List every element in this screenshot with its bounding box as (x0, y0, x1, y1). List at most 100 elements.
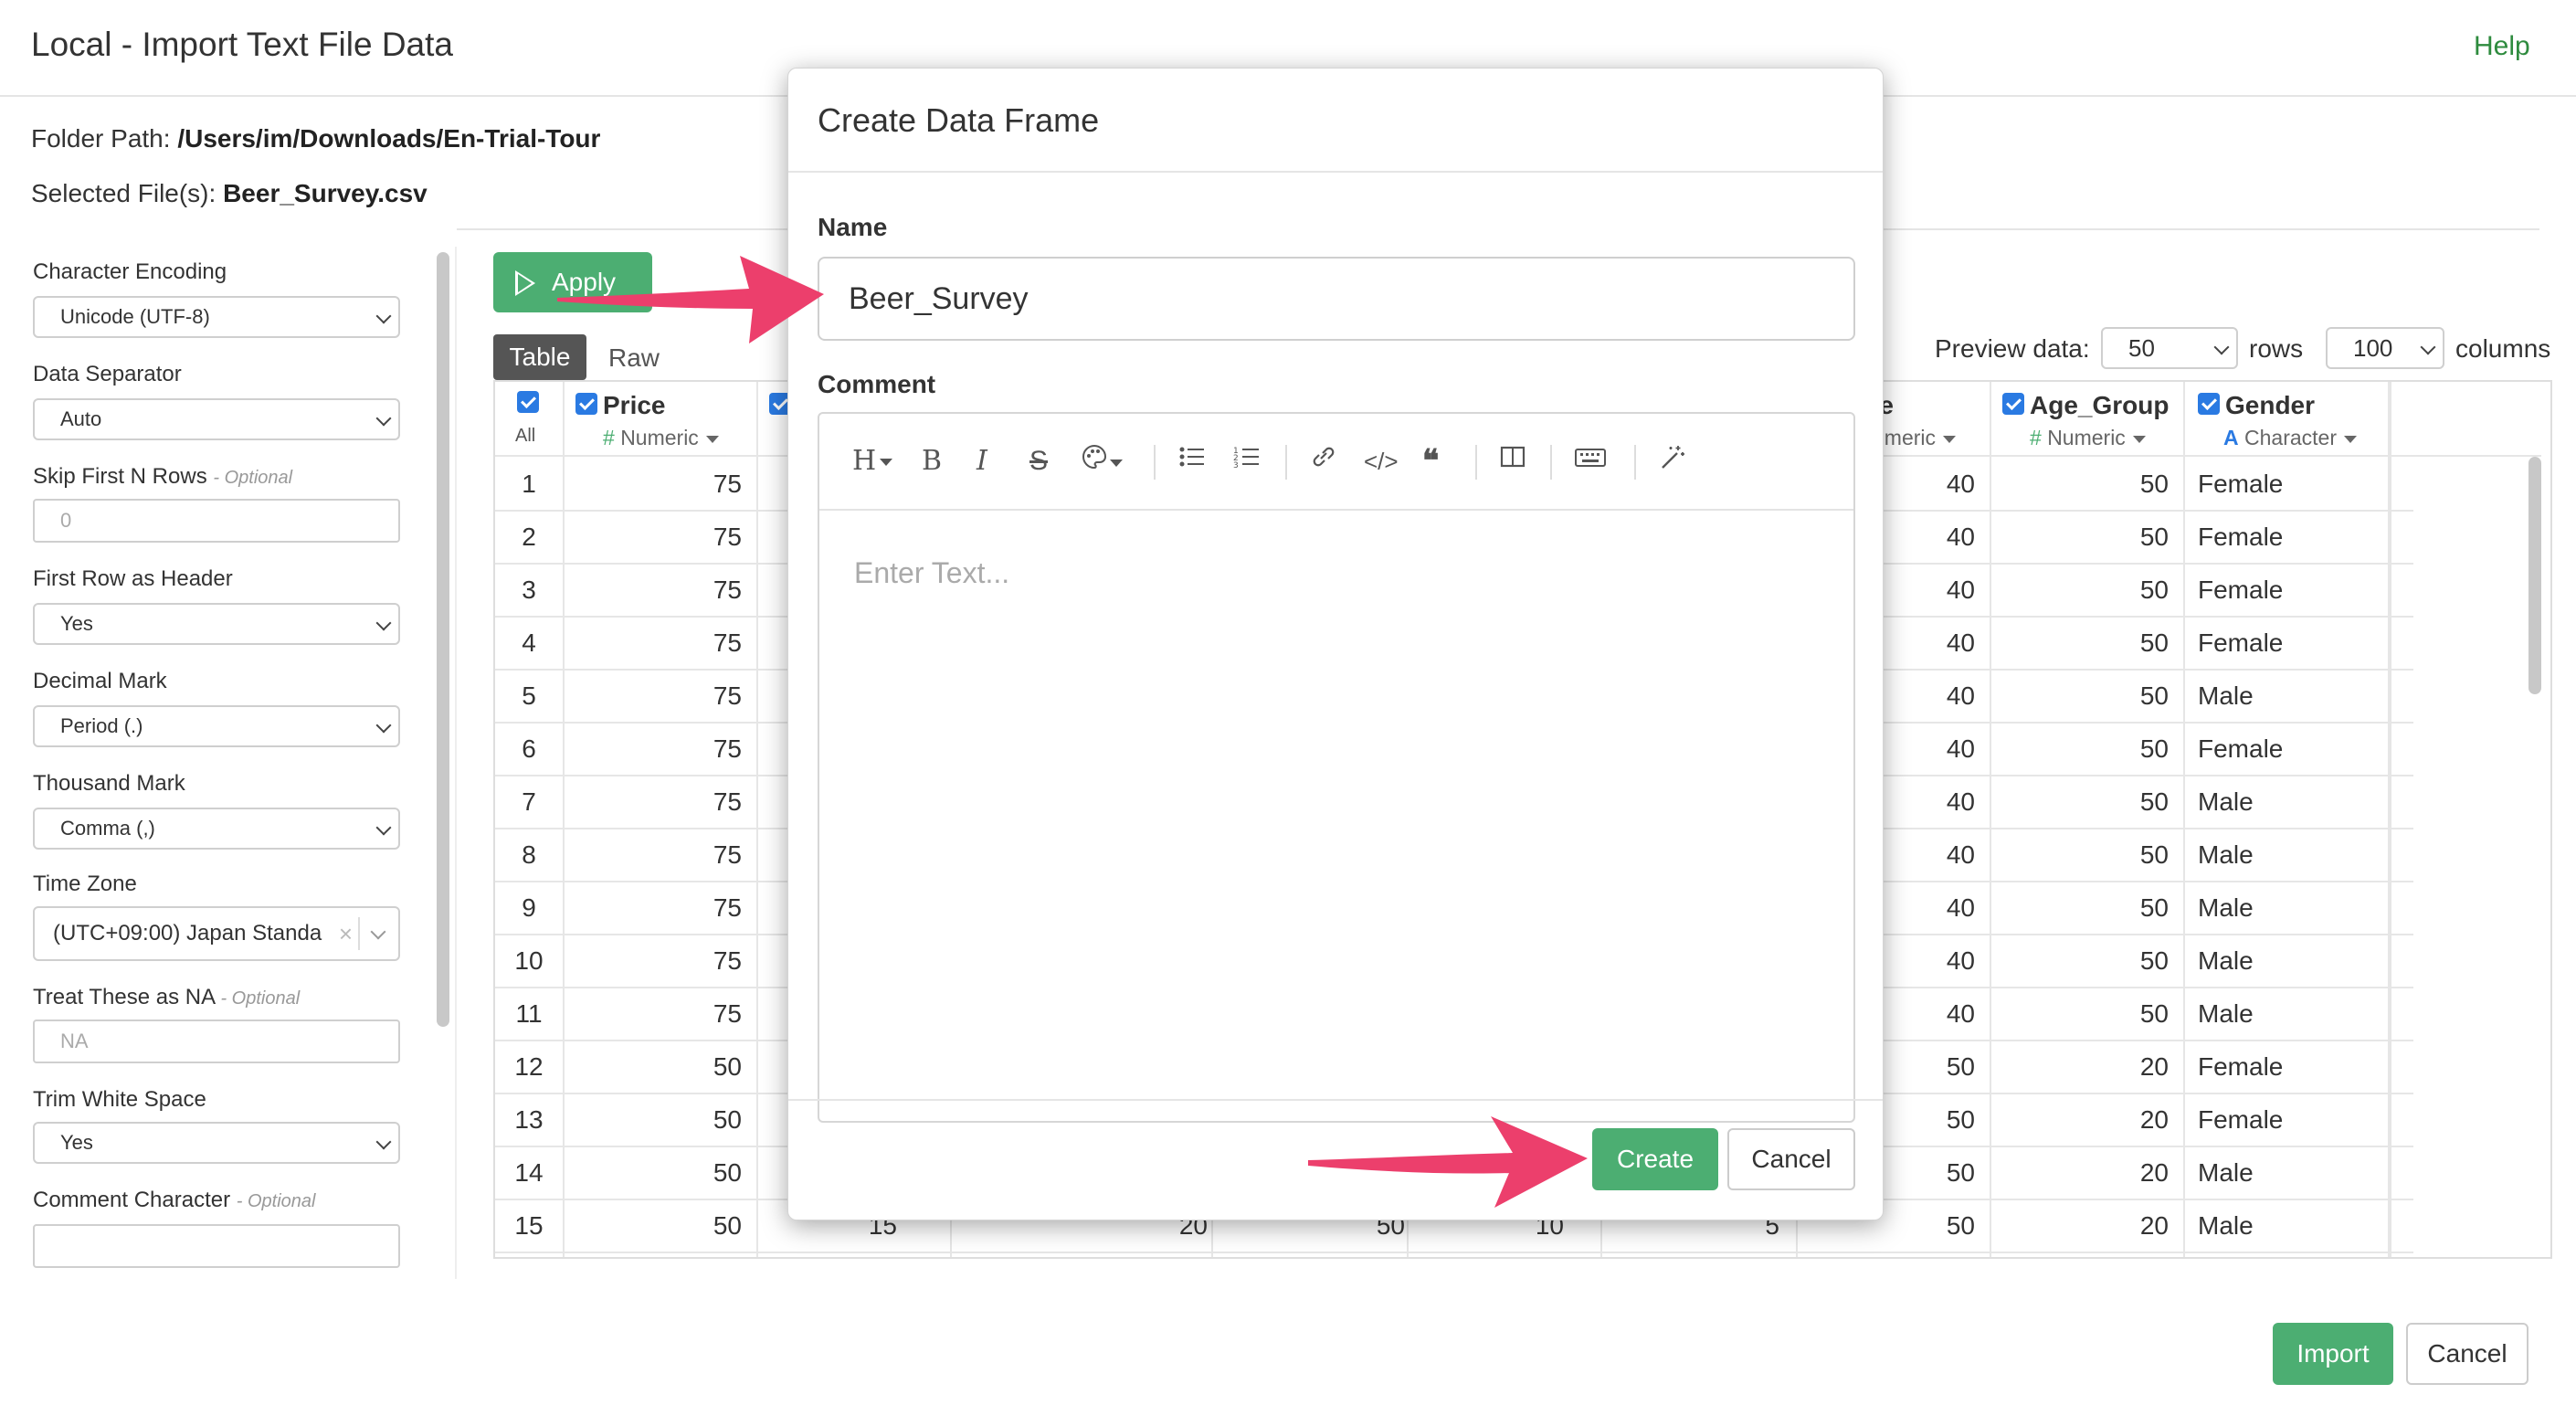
skip-rows-label: Skip First N Rows - Optional (33, 464, 292, 490)
svg-text:3: 3 (1233, 461, 1239, 470)
cell-gender: Female (2198, 1105, 2284, 1134)
strikethrough-icon[interactable]: S (1029, 443, 1048, 480)
heading-icon[interactable]: H (852, 443, 893, 480)
row-number: 4 (522, 629, 536, 657)
folder-path-row: Folder Path: /Users/im/Downloads/En-Tria… (31, 124, 600, 153)
columns-icon[interactable] (1499, 443, 1526, 480)
chevron-down-icon (2420, 339, 2436, 355)
column-type-gender[interactable]: A Character (2223, 426, 2357, 450)
cell-age-group: 20 (2139, 1105, 2169, 1134)
cell-price: 50 (713, 1052, 742, 1081)
trim-white-space-select[interactable]: Yes (33, 1122, 400, 1164)
cell-age-group: 50 (2139, 734, 2169, 763)
thousand-mark-label: Thousand Mark (33, 771, 185, 796)
column-checkbox-price[interactable] (575, 393, 597, 415)
cell-gender: Male (2198, 840, 2254, 869)
bullet-list-icon[interactable] (1177, 443, 1207, 480)
cell-price: 50 (713, 1158, 742, 1187)
column-type-partial[interactable]: umeric (1873, 426, 1957, 450)
import-button[interactable]: Import (2273, 1323, 2393, 1385)
quote-icon[interactable]: ❝ (1422, 443, 1439, 480)
clear-icon[interactable]: × (339, 908, 353, 959)
link-icon[interactable] (1309, 443, 1338, 480)
column-type-label: Numeric (2047, 426, 2126, 449)
comment-editor[interactable]: H B I S 123 </> ❝ Enter Text... (818, 412, 1855, 1123)
chevron-down-icon (375, 410, 392, 427)
chevron-down-icon (2213, 339, 2230, 355)
character-type-icon: A (2223, 426, 2239, 449)
create-data-frame-dialog: Create Data Frame Name Beer_Survey Comme… (787, 68, 1884, 1220)
first-row-header-label: First Row as Header (33, 566, 233, 591)
thousand-mark-select[interactable]: Comma (,) (33, 808, 400, 850)
treat-na-label-text: Treat These as NA (33, 985, 215, 1009)
keyboard-icon[interactable] (1574, 443, 1607, 480)
column-type-age-group[interactable]: # Numeric (2030, 426, 2146, 450)
create-button[interactable]: Create (1592, 1128, 1718, 1190)
cell-age-group: 50 (2139, 523, 2169, 551)
cell-age-group: 50 (2139, 787, 2169, 816)
folder-path-label: Folder Path: (31, 124, 171, 153)
column-name-age-group: Age_Group (2030, 391, 2170, 419)
cell-gender: Female (2198, 1052, 2284, 1081)
time-zone-select[interactable]: (UTC+09:00) Japan Standa × (33, 906, 400, 961)
column-type-price[interactable]: # Numeric (603, 426, 719, 450)
tab-raw[interactable]: Raw (608, 343, 660, 373)
data-separator-select[interactable]: Auto (33, 398, 400, 440)
palette-icon[interactable] (1081, 443, 1123, 480)
character-encoding-value: Unicode (UTF-8) (60, 305, 210, 328)
chevron-down-icon (370, 924, 386, 940)
row-number: 9 (522, 893, 536, 922)
preview-columns-value: 100 (2353, 334, 2393, 362)
preview-rows-select[interactable]: 50 (2101, 327, 2238, 369)
settings-scrollbar[interactable] (437, 252, 449, 1027)
preview-columns-select[interactable]: 100 (2326, 327, 2444, 369)
row-number: 3 (522, 576, 536, 604)
cell-price: 75 (713, 629, 742, 657)
row-number: 15 (514, 1211, 544, 1240)
column-type-label: Character (2244, 426, 2337, 449)
name-label: Name (818, 213, 888, 241)
cell-price: 75 (713, 999, 742, 1028)
select-divider (358, 917, 360, 950)
column-checkbox-age-group[interactable] (2002, 393, 2024, 415)
column-checkbox-gender[interactable] (2198, 393, 2220, 415)
help-link[interactable]: Help (2474, 31, 2530, 62)
cell-age-group: 50 (2139, 893, 2169, 922)
comment-character-label: Comment Character - Optional (33, 1188, 315, 1213)
name-input[interactable]: Beer_Survey (818, 257, 1855, 341)
cell-price: 75 (713, 734, 742, 763)
select-all-checkbox[interactable] (517, 391, 539, 413)
comment-character-input[interactable] (33, 1224, 400, 1268)
italic-icon[interactable]: I (977, 443, 987, 480)
character-encoding-select[interactable]: Unicode (UTF-8) (33, 296, 400, 338)
cell-gender: Male (2198, 946, 2254, 975)
cancel-button[interactable]: Cancel (2406, 1323, 2528, 1385)
code-icon[interactable]: </> (1364, 443, 1399, 480)
dialog-cancel-button[interactable]: Cancel (1727, 1128, 1855, 1190)
cell-price: 75 (713, 681, 742, 710)
cell-gender: Male (2198, 1211, 2254, 1240)
time-zone-value: (UTC+09:00) Japan Standa (53, 921, 322, 945)
decimal-mark-select[interactable]: Period (.) (33, 705, 400, 747)
table-scrollbar[interactable] (2528, 457, 2541, 694)
bold-icon[interactable]: B (922, 443, 942, 480)
row-number: 14 (514, 1158, 544, 1187)
chevron-down-icon (375, 615, 392, 631)
numbered-list-icon[interactable]: 123 (1232, 443, 1262, 480)
magic-wand-icon[interactable] (1658, 443, 1687, 480)
cell-gender: Female (2198, 470, 2284, 498)
first-row-header-select[interactable]: Yes (33, 603, 400, 645)
cell-age-group: 50 (2139, 946, 2169, 975)
column-name-price: Price (603, 391, 666, 419)
cell-gender: Female (2198, 576, 2284, 604)
cell-gender: Male (2198, 681, 2254, 710)
cell-age-group: 20 (2139, 1158, 2169, 1187)
cell-price: 75 (713, 946, 742, 975)
data-separator-label: Data Separator (33, 362, 182, 386)
optional-tag: - Optional (236, 1191, 316, 1211)
cell-gender: Male (2198, 999, 2254, 1028)
skip-rows-input[interactable]: 0 (33, 499, 400, 543)
row-number: 10 (514, 946, 544, 975)
cell-age-group: 50 (2139, 681, 2169, 710)
treat-na-input[interactable]: NA (33, 1019, 400, 1063)
